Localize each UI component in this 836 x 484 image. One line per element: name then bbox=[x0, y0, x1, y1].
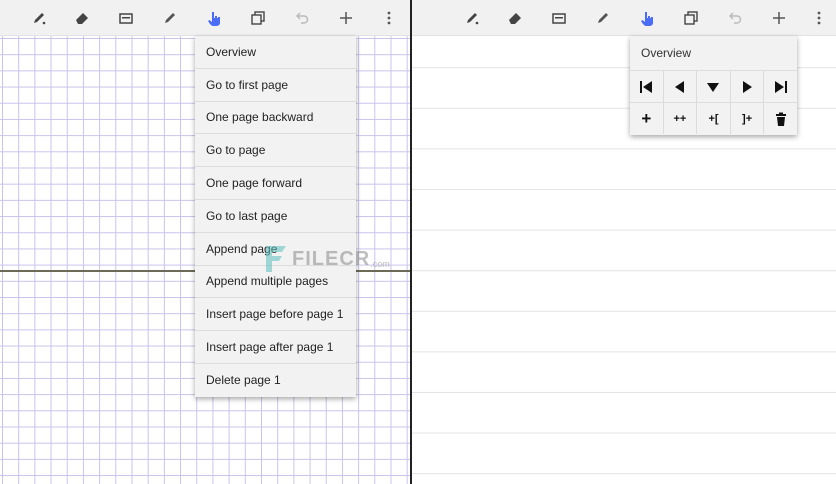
highlighter-icon[interactable] bbox=[591, 7, 615, 29]
more-vertical-icon[interactable] bbox=[377, 7, 401, 29]
page-nav-row bbox=[630, 70, 797, 102]
toolbar bbox=[412, 0, 836, 36]
last-page-icon[interactable] bbox=[764, 71, 797, 102]
menu-item-go-last[interactable]: Go to last page bbox=[195, 200, 356, 233]
page-action-row: + ++ +[ ]+ bbox=[630, 102, 797, 134]
watermark-domain: .com bbox=[370, 259, 390, 269]
add-icon[interactable] bbox=[767, 7, 791, 29]
append-multiple-pages-icon[interactable]: ++ bbox=[664, 103, 698, 134]
menu-item-page-forward[interactable]: One page forward bbox=[195, 167, 356, 200]
text-box-icon[interactable] bbox=[114, 7, 138, 29]
down-arrow-icon[interactable] bbox=[697, 71, 731, 102]
append-page-icon[interactable]: + bbox=[630, 103, 664, 134]
add-icon[interactable] bbox=[334, 7, 358, 29]
overview-title[interactable]: Overview bbox=[641, 46, 691, 60]
insert-after-label: ]+ bbox=[742, 112, 753, 125]
pen-icon[interactable] bbox=[460, 7, 484, 29]
text-box-icon[interactable] bbox=[547, 7, 571, 29]
more-vertical-icon[interactable] bbox=[807, 7, 831, 29]
watermark: FILECR .com bbox=[262, 244, 390, 274]
highlighter-icon[interactable] bbox=[158, 7, 182, 29]
undo-icon[interactable] bbox=[290, 7, 314, 29]
undo-icon[interactable] bbox=[723, 7, 747, 29]
hand-pointer-icon[interactable] bbox=[202, 7, 226, 29]
delete-icon[interactable] bbox=[764, 103, 797, 134]
left-panel: Overview Go to first page One page backw… bbox=[0, 0, 410, 484]
append-multiple-label: ++ bbox=[673, 112, 687, 125]
filecr-logo-icon bbox=[266, 246, 286, 272]
menu-item-delete-page[interactable]: Delete page 1 bbox=[195, 364, 356, 397]
append-page-label: + bbox=[641, 108, 652, 128]
page-menu: Overview Go to first page One page backw… bbox=[195, 36, 356, 397]
pages-icon[interactable] bbox=[246, 7, 270, 29]
menu-item-insert-after[interactable]: Insert page after page 1 bbox=[195, 331, 356, 364]
next-page-icon[interactable] bbox=[731, 71, 765, 102]
toolbar bbox=[0, 0, 410, 36]
menu-item-insert-before[interactable]: Insert page before page 1 bbox=[195, 298, 356, 332]
eraser-icon[interactable] bbox=[503, 7, 527, 29]
right-panel: Overview + ++ +[]+ bbox=[412, 0, 836, 484]
previous-page-icon[interactable] bbox=[664, 71, 698, 102]
first-page-icon[interactable] bbox=[630, 71, 664, 102]
watermark-text: FILECR bbox=[292, 247, 371, 270]
insert-before-icon[interactable]: +[ bbox=[697, 103, 731, 134]
insert-after-icon[interactable]: ]+ bbox=[731, 103, 765, 134]
menu-item-go-to-page[interactable]: Go to page bbox=[195, 134, 356, 168]
overview-popup: Overview + ++ +[]+ bbox=[630, 36, 797, 135]
menu-item-go-first[interactable]: Go to first page bbox=[195, 69, 356, 102]
eraser-icon[interactable] bbox=[70, 7, 94, 29]
hand-pointer-icon[interactable] bbox=[635, 7, 659, 29]
menu-item-overview[interactable]: Overview bbox=[195, 36, 356, 69]
pen-icon[interactable] bbox=[27, 7, 51, 29]
insert-before-label: +[ bbox=[708, 112, 719, 125]
pages-icon[interactable] bbox=[679, 7, 703, 29]
menu-item-page-backward[interactable]: One page backward bbox=[195, 102, 356, 135]
